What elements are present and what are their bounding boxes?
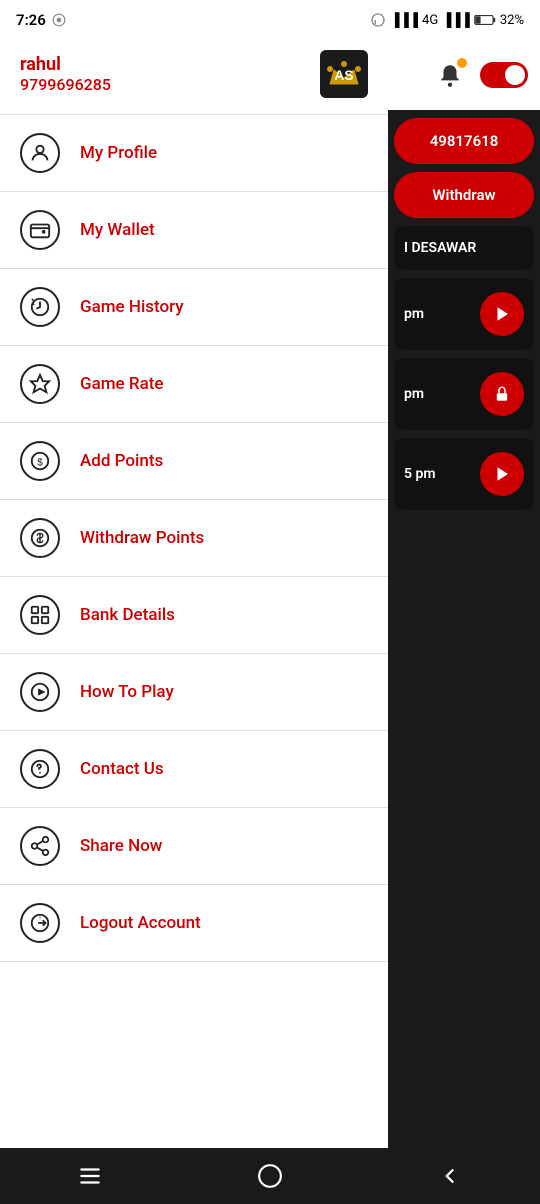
play-icon-2 <box>493 465 511 483</box>
phone-label: 9799696285 <box>20 75 111 94</box>
logout-icon <box>29 912 51 934</box>
nav-home-button[interactable] <box>240 1156 300 1196</box>
menu-item-my-wallet[interactable]: My Wallet <box>0 192 388 269</box>
navigation-drawer: rahul 9799696285 AS My Profile <box>0 0 388 1204</box>
time-label-2: pm <box>404 386 424 402</box>
my-wallet-label: My Wallet <box>80 220 155 240</box>
right-btn-1-label: 49817618 <box>430 132 499 150</box>
contact-us-icon-wrap <box>20 749 60 789</box>
how-to-play-label: How To Play <box>80 682 174 702</box>
phone-circle-icon <box>29 758 51 780</box>
nav-back-button[interactable] <box>420 1156 480 1196</box>
time-label-3: 5 pm <box>404 466 436 482</box>
play-icon-1 <box>493 305 511 323</box>
menu-item-withdraw-points[interactable]: Withdraw Points <box>0 500 388 577</box>
coin-icon <box>29 527 51 549</box>
network-type: 4G <box>422 13 438 28</box>
game-history-label: Game History <box>80 297 184 317</box>
menu-item-game-rate[interactable]: Game Rate <box>0 346 388 423</box>
game-rate-label: Game Rate <box>80 374 164 394</box>
withdraw-points-label: Withdraw Points <box>80 528 204 548</box>
app-logo: AS <box>320 50 368 98</box>
svg-text:AS: AS <box>334 67 353 83</box>
add-points-icon-wrap: $ <box>20 441 60 481</box>
home-circle-icon <box>257 1163 283 1189</box>
game-history-icon-wrap <box>20 287 60 327</box>
my-profile-label: My Profile <box>80 143 157 163</box>
play-button-1[interactable] <box>480 292 524 336</box>
toggle-switch[interactable] <box>480 62 528 88</box>
withdraw-points-icon-wrap <box>20 518 60 558</box>
status-time: 7:26 <box>16 11 66 29</box>
share-now-icon-wrap <box>20 826 60 866</box>
notification-badge <box>457 58 467 68</box>
toggle-knob <box>505 65 525 85</box>
history-icon <box>29 296 51 318</box>
menu-item-how-to-play[interactable]: How To Play <box>0 654 388 731</box>
right-section-1: I DESAWAR <box>394 226 534 270</box>
svg-text:$: $ <box>37 458 43 469</box>
bottom-navigation <box>0 1148 540 1204</box>
menu-item-my-profile[interactable]: My Profile <box>0 115 388 192</box>
menu-item-share-now[interactable]: Share Now <box>0 808 388 885</box>
bank-details-label: Bank Details <box>80 605 175 625</box>
lock-button[interactable] <box>480 372 524 416</box>
menu-item-bank-details[interactable]: Bank Details <box>0 577 388 654</box>
game-rate-icon-wrap <box>20 364 60 404</box>
share-icon <box>29 835 51 857</box>
add-points-label: Add Points <box>80 451 163 471</box>
back-icon <box>437 1163 463 1189</box>
right-top-bar <box>388 40 540 110</box>
lock-icon <box>493 385 511 403</box>
right-button-2[interactable]: Withdraw <box>394 172 534 218</box>
right-panel: 49817618 Withdraw I DESAWAR pm pm 5 pm <box>388 40 540 1148</box>
signal-bars-2: ▐▐▐ <box>442 12 470 28</box>
nav-menu-button[interactable] <box>60 1156 120 1196</box>
username-label: rahul <box>20 54 111 75</box>
menu-item-logout[interactable]: Logout Account <box>0 885 388 962</box>
battery-icon <box>474 13 496 27</box>
star-icon <box>29 373 51 395</box>
hamburger-icon <box>77 1163 103 1189</box>
how-to-play-icon-wrap <box>20 672 60 712</box>
right-section-4: 5 pm <box>394 438 534 510</box>
logout-icon-wrap <box>20 903 60 943</box>
person-icon <box>29 142 51 164</box>
play-circle-icon <box>29 681 51 703</box>
time-label-1: pm <box>404 306 424 322</box>
right-button-1[interactable]: 49817618 <box>394 118 534 164</box>
signal-bars: ▐▐▐ <box>390 12 418 28</box>
signal-icon <box>52 13 66 27</box>
menu-item-game-history[interactable]: Game History <box>0 269 388 346</box>
wallet-icon <box>29 219 51 241</box>
user-info: rahul 9799696285 <box>20 54 111 94</box>
battery-percent: 32% <box>500 13 524 28</box>
menu-item-contact-us[interactable]: Contact Us <box>0 731 388 808</box>
right-btn-2-label: Withdraw <box>432 186 495 204</box>
right-section-2: pm <box>394 278 534 350</box>
logout-label: Logout Account <box>80 913 201 933</box>
wifi-icon <box>370 12 386 28</box>
grid-icon <box>29 604 51 626</box>
bank-details-icon-wrap <box>20 595 60 635</box>
status-right-info: ▐▐▐ 4G ▐▐▐ 32% <box>370 12 524 28</box>
menu-list: My Profile My Wallet Game <box>0 115 388 1204</box>
contact-us-label: Contact Us <box>80 759 164 779</box>
notification-bell[interactable] <box>430 55 470 95</box>
share-now-label: Share Now <box>80 836 162 856</box>
time-display: 7:26 <box>16 11 46 29</box>
dollar-circle-icon: $ <box>29 450 51 472</box>
menu-item-add-points[interactable]: $ Add Points <box>0 423 388 500</box>
status-bar: 7:26 ▐▐▐ 4G ▐▐▐ 32% <box>0 0 540 40</box>
my-wallet-icon-wrap <box>20 210 60 250</box>
section-label-1: I DESAWAR <box>404 240 476 256</box>
play-button-2[interactable] <box>480 452 524 496</box>
right-section-3: pm <box>394 358 534 430</box>
my-profile-icon-wrap <box>20 133 60 173</box>
